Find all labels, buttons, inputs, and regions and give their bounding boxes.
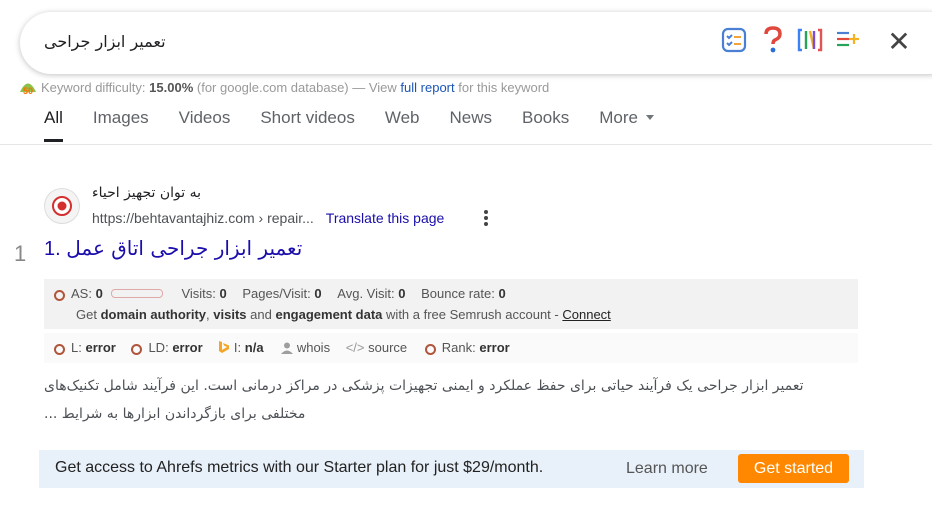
ahrefs-banner: Get access to Ahrefs metrics with our St… — [39, 450, 864, 488]
l-label: L: — [71, 340, 82, 355]
translate-link[interactable]: Translate this page — [326, 210, 445, 226]
as-progress — [110, 289, 163, 298]
tab-images[interactable]: Images — [93, 108, 149, 142]
site-url[interactable]: https://behtavantajhiz.com › repair... Tr… — [92, 210, 444, 226]
full-report-link[interactable]: full report — [400, 80, 454, 95]
checklist-icon[interactable] — [720, 26, 748, 54]
learn-more-link[interactable]: Learn more — [626, 460, 708, 478]
list-add-icon[interactable] — [834, 26, 862, 54]
search-query[interactable]: تعمیر ابزار جراحی — [44, 32, 166, 51]
semrush-promo: Get domain authority, visits and engagem… — [76, 307, 611, 322]
pages-visit-label: Pages/Visit: — [242, 286, 311, 301]
promo-comma: , — [206, 307, 210, 322]
close-icon[interactable]: ✕ — [886, 28, 912, 56]
kd-value: 15.00% — [149, 80, 194, 95]
as-value: 0 — [95, 286, 103, 301]
rank-label: Rank: — [441, 340, 476, 355]
promo-engagement: engagement data — [275, 307, 383, 322]
seo-links-row: L: error LD: error I: n/a whois </> sour… — [54, 340, 510, 357]
connect-link[interactable]: Connect — [562, 307, 610, 322]
site-favicon[interactable] — [44, 188, 80, 224]
keyword-difficulty: 50 Keyword difficulty: 15.00% (for googl… — [19, 79, 550, 96]
whois-link[interactable]: whois — [297, 340, 330, 355]
kd-label: Keyword difficulty: — [41, 80, 146, 95]
tabs-divider — [0, 144, 932, 145]
seo-links-bar: L: error LD: error I: n/a whois </> sour… — [44, 333, 858, 363]
svg-text:50: 50 — [23, 86, 33, 95]
more-options-icon[interactable] — [484, 210, 488, 228]
url-text[interactable]: https://behtavantajhiz.com › repair... — [92, 210, 314, 226]
code-icon: </> — [345, 340, 365, 355]
promo-and: and — [250, 307, 272, 322]
chevron-down-icon — [646, 115, 654, 120]
l-value: error — [85, 340, 116, 355]
bracket-logo-icon[interactable] — [796, 26, 824, 54]
avg-visit-label: Avg. Visit: — [337, 286, 395, 301]
ld-label: LD: — [148, 340, 169, 355]
seo-metrics-bar: AS: 0 Visits: 0 Pages/Visit: 0 Avg. Visi… — [44, 279, 858, 329]
visits-label: Visits: — [181, 286, 216, 301]
avg-visit-value: 0 — [398, 286, 406, 301]
semrush-badge-icon: 50 — [19, 79, 37, 96]
rank-status-icon — [424, 344, 436, 355]
tab-news[interactable]: News — [450, 108, 493, 142]
promo-da: domain authority — [100, 307, 207, 322]
tab-web[interactable]: Web — [385, 108, 420, 142]
result-title-text[interactable]: تعمیر ابزار جراحی اتاق عمل — [66, 236, 302, 260]
l-status-icon — [54, 344, 65, 355]
bounce-label: Bounce rate: — [421, 286, 495, 301]
tab-books[interactable]: Books — [522, 108, 569, 142]
tab-videos[interactable]: Videos — [179, 108, 231, 142]
result-index: 1. — [44, 238, 61, 260]
i-value: n/a — [244, 340, 264, 355]
as-status-icon — [54, 290, 65, 301]
search-bar[interactable]: تعمیر ابزار جراحی ✕ — [20, 12, 932, 74]
as-label: AS: — [71, 286, 92, 301]
promo-visits: visits — [213, 307, 247, 322]
ld-value: error — [172, 340, 203, 355]
tab-more[interactable]: More — [599, 108, 654, 142]
bing-icon — [218, 340, 230, 357]
question-icon[interactable] — [759, 26, 787, 54]
rank-number: 1 — [14, 241, 27, 266]
visits-value: 0 — [219, 286, 227, 301]
ld-status-icon — [131, 344, 143, 355]
tab-all[interactable]: All — [44, 108, 63, 142]
search-tabs: All Images Videos Short videos Web News … — [44, 108, 684, 142]
result-snippet: تعمیر ابزار جراحی یک فرآیند حیاتی برای ح… — [44, 378, 804, 422]
tab-short-videos[interactable]: Short videos — [260, 108, 355, 142]
rank-value: error — [479, 340, 510, 355]
bounce-value: 0 — [498, 286, 506, 301]
get-started-button[interactable]: Get started — [738, 454, 849, 483]
ahrefs-banner-text: Get access to Ahrefs metrics with our St… — [55, 459, 544, 476]
kd-suffix: for this keyword — [458, 80, 550, 95]
seo-metrics-row: AS: 0 Visits: 0 Pages/Visit: 0 Avg. Visi… — [54, 286, 506, 301]
i-label: I: — [233, 340, 242, 355]
result-title[interactable]: 1. تعمیر ابزار جراحی اتاق عمل — [44, 236, 302, 261]
promo-get: Get — [76, 307, 97, 322]
source-link[interactable]: source — [368, 340, 407, 355]
user-icon — [281, 342, 294, 357]
site-name[interactable]: به توان تجهیز احیاء — [92, 185, 201, 201]
tab-more-label: More — [599, 108, 638, 127]
kd-source: (for google.com database) — View — [196, 80, 397, 95]
pages-visit-value: 0 — [314, 286, 322, 301]
promo-free: with a free Semrush account - — [386, 307, 559, 322]
